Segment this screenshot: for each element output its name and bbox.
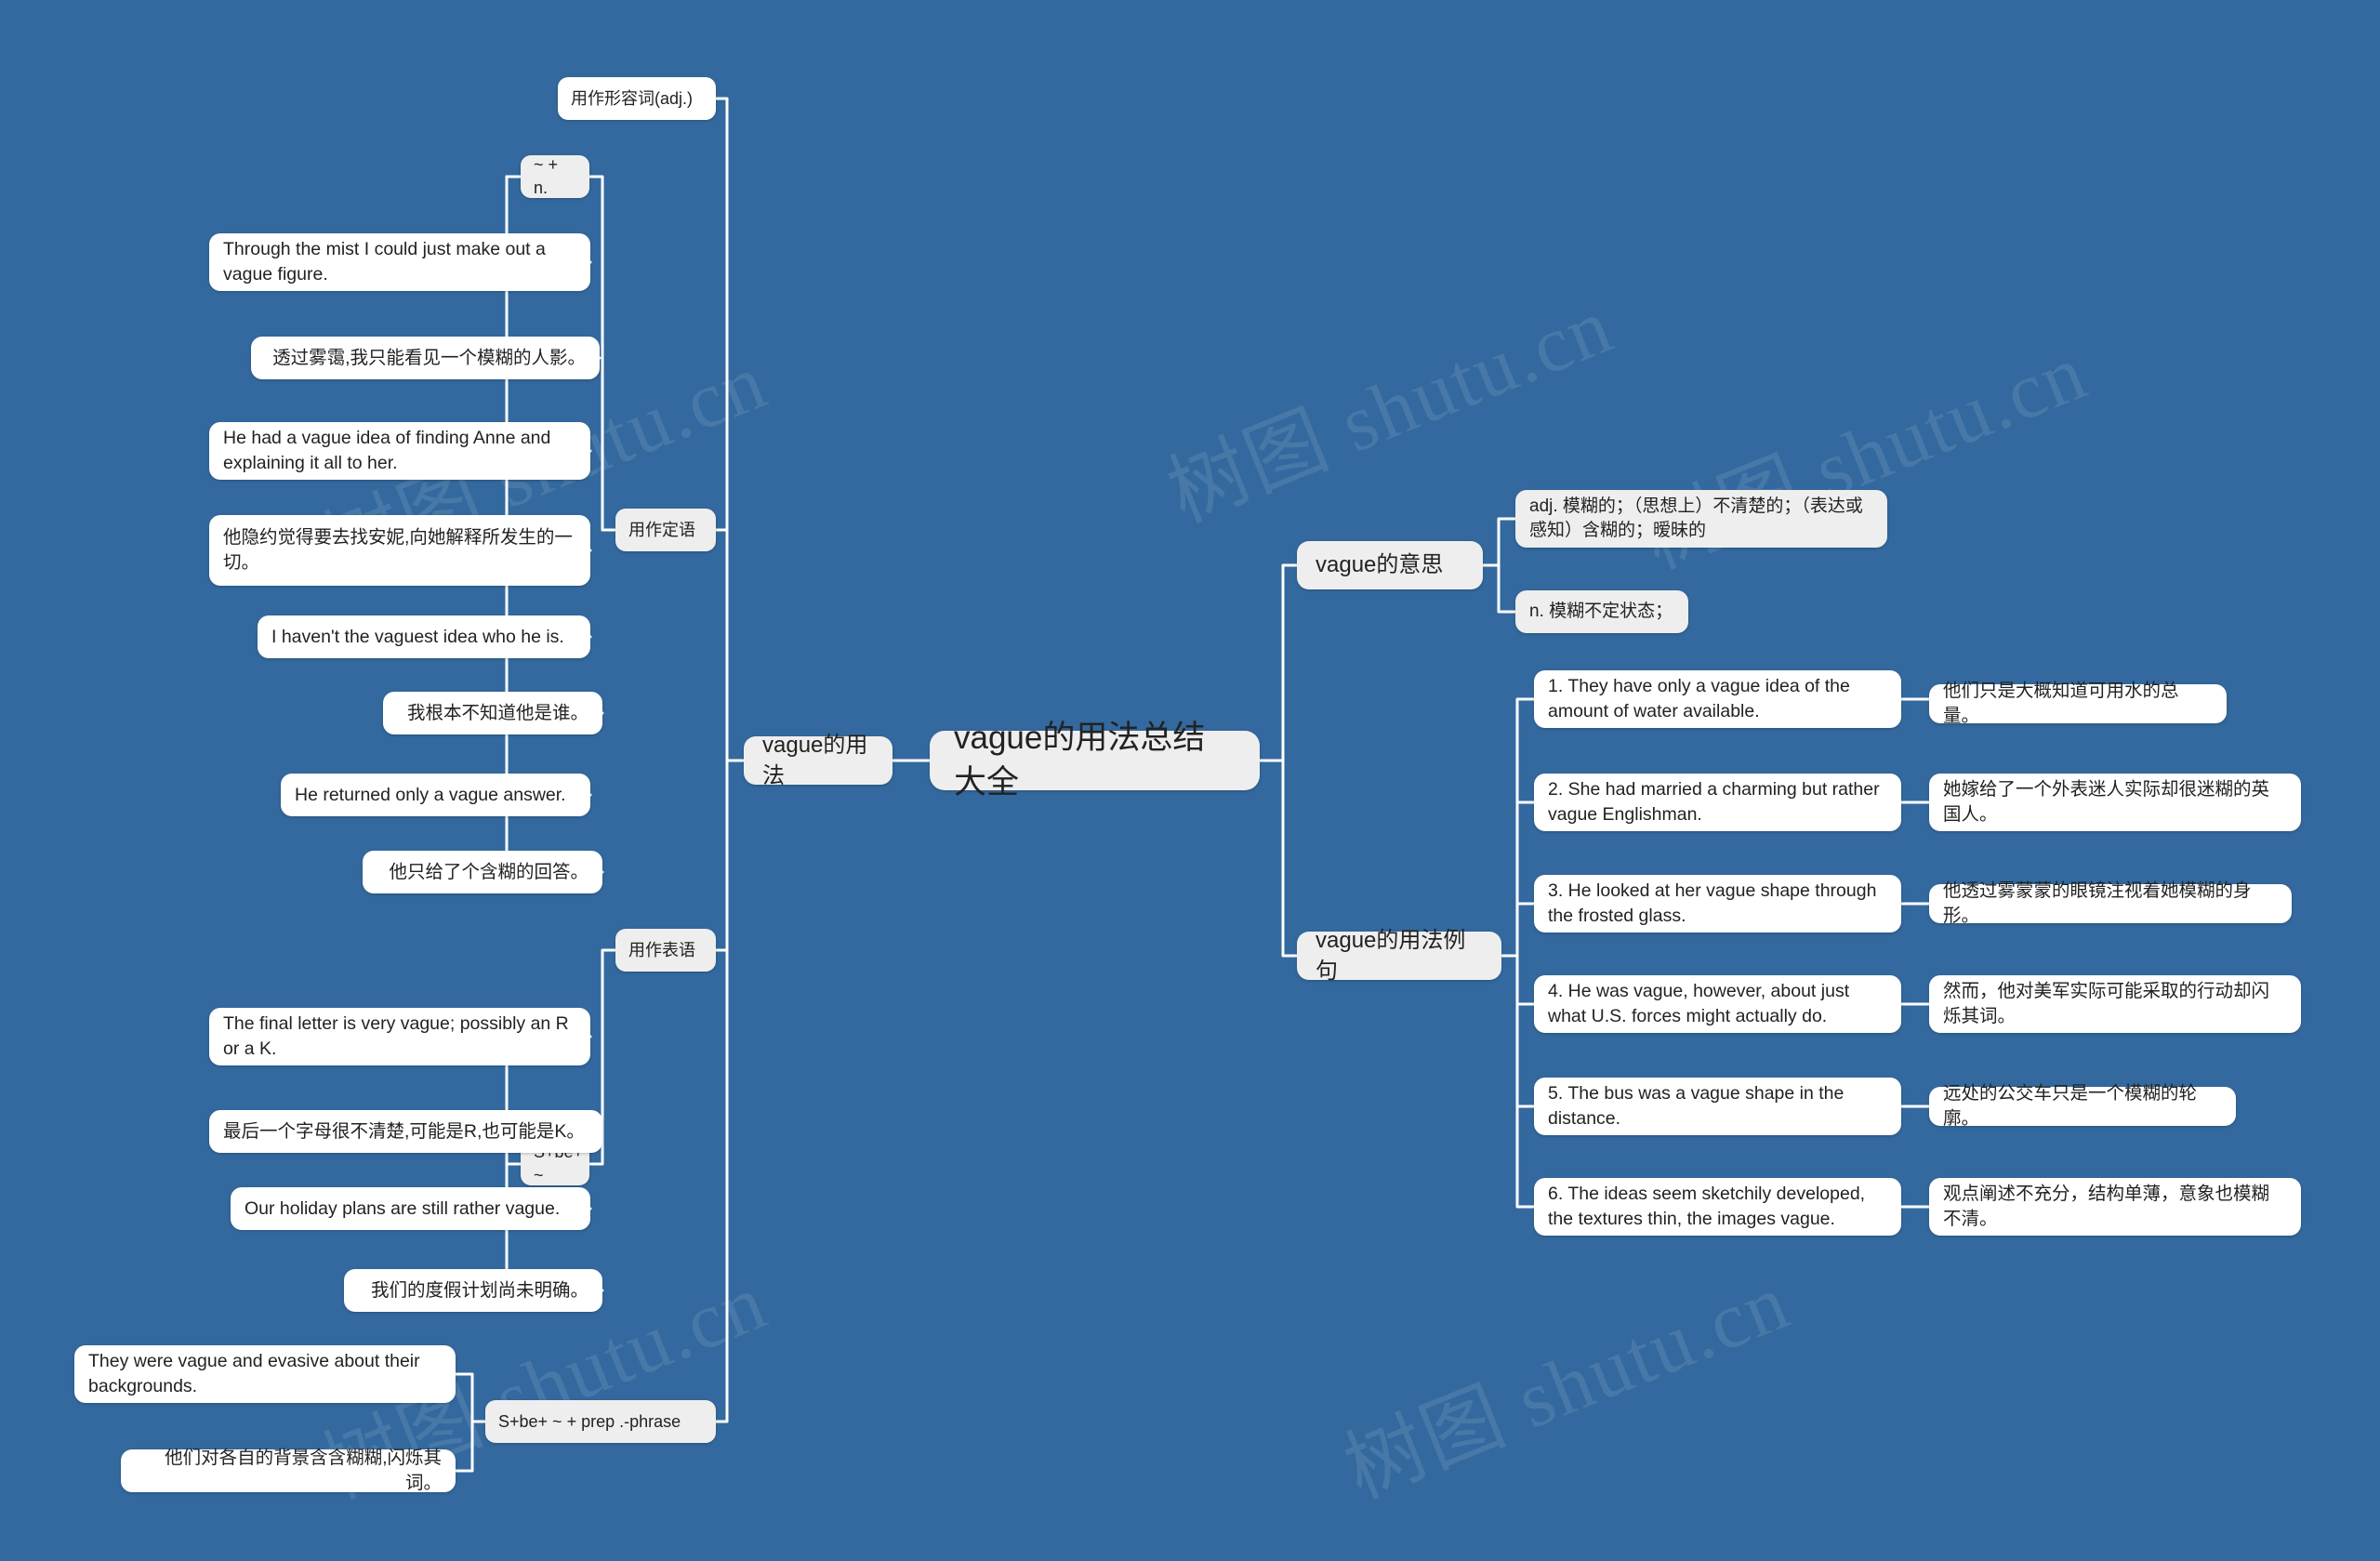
chip-adjective-usage-label: 用作形容词(adj.): [571, 88, 694, 108]
sentence-zh[interactable]: 然而，他对美军实际可能采取的行动却闪烁其词。: [1929, 975, 2301, 1033]
branch-example-sentences[interactable]: vague的用法例句: [1297, 928, 1501, 984]
branch-example-sentences-label: vague的用法例句: [1316, 927, 1466, 984]
sentence-zh-text: 观点阐述不充分，结构单薄，意象也模糊不清。: [1943, 1184, 2270, 1229]
example-en[interactable]: He returned only a vague answer.: [281, 774, 590, 816]
definition-adj-text: adj. 模糊的；（思想上）不清楚的；（表达或感知）含糊的；暧昧的: [1529, 496, 1863, 540]
example-zh[interactable]: 我们的度假计划尚未明确。: [344, 1269, 602, 1312]
chip-attributive-label: 用作定语: [628, 520, 695, 539]
sentence-en[interactable]: 2. She had married a charming but rather…: [1534, 774, 1901, 831]
definition-noun[interactable]: n. 模糊不定状态；: [1515, 590, 1688, 633]
sentence-en[interactable]: 6. The ideas seem sketchily developed, t…: [1534, 1178, 1901, 1236]
sentence-en[interactable]: 5. The bus was a vague shape in the dist…: [1534, 1078, 1901, 1135]
sentence-en[interactable]: 3. He looked at her vague shape through …: [1534, 875, 1901, 933]
definition-adj[interactable]: adj. 模糊的；（思想上）不清楚的；（表达或感知）含糊的；暧昧的: [1515, 490, 1887, 548]
root-node[interactable]: vague的用法总结大全: [930, 720, 1260, 800]
example-en-text: They were vague and evasive about their …: [88, 1351, 420, 1396]
sentence-zh[interactable]: 她嫁给了一个外表迷人实际却很迷糊的英国人。: [1929, 774, 2301, 831]
sentence-zh[interactable]: 远处的公交车只是一个模糊的轮廓。: [1929, 1083, 2236, 1129]
root-label: vague的用法总结大全: [954, 719, 1206, 800]
example-zh[interactable]: 我根本不知道他是谁。: [383, 692, 602, 734]
mindmap-canvas: 树图 shutu.cn 树图 shutu.cn 树图 shutu.cn 树图 s…: [0, 0, 2380, 1561]
sentence-zh-text: 远处的公交车只是一个模糊的轮廓。: [1943, 1083, 2198, 1129]
example-en[interactable]: Our holiday plans are still rather vague…: [231, 1187, 590, 1230]
chip-adjective-usage[interactable]: 用作形容词(adj.): [558, 77, 716, 120]
watermark: 树图 shutu.cn: [1332, 1256, 1802, 1515]
example-zh-text: 透过雾霭,我只能看见一个模糊的人影。: [272, 347, 586, 368]
example-en-text: I haven't the vaguest idea who he is.: [271, 626, 564, 647]
example-zh-text: 他们对各自的背景含含糊糊,闪烁其词。: [165, 1448, 442, 1493]
sentence-zh[interactable]: 他们只是大概知道可用水的总量。: [1929, 681, 2227, 726]
example-en[interactable]: They were vague and evasive about their …: [74, 1345, 456, 1403]
example-en-text: He returned only a vague answer.: [295, 784, 566, 805]
sentence-en-text: 5. The bus was a vague shape in the dist…: [1548, 1083, 1844, 1129]
example-en-text: Our holiday plans are still rather vague…: [245, 1197, 561, 1219]
chip-attributive[interactable]: 用作定语: [615, 509, 716, 551]
sentence-zh-text: 她嫁给了一个外表迷人实际却很迷糊的英国人。: [1943, 779, 2270, 825]
example-en[interactable]: I haven't the vaguest idea who he is.: [258, 615, 590, 658]
sentence-zh-text: 然而，他对美军实际可能采取的行动却闪烁其词。: [1943, 981, 2270, 1026]
example-zh-text: 我们的度假计划尚未明确。: [370, 1279, 588, 1301]
sentence-zh-text: 他们只是大概知道可用水的总量。: [1943, 681, 2179, 726]
branch-meaning-label: vague的意思: [1316, 552, 1444, 578]
example-zh-text: 他只给了个含糊的回答。: [389, 861, 588, 882]
example-en[interactable]: He had a vague idea of finding Anne and …: [209, 422, 590, 480]
chip-s-be-adj-prep-phrase[interactable]: S+be+ ~ + prep .-phrase: [485, 1400, 716, 1443]
example-zh-text: 最后一个字母很不清楚,可能是R,也可能是K。: [223, 1120, 585, 1142]
sentence-en-text: 1. They have only a vague idea of the am…: [1548, 676, 1850, 721]
example-zh[interactable]: 最后一个字母很不清楚,可能是R,也可能是K。: [209, 1110, 602, 1153]
example-zh[interactable]: 他们对各自的背景含含糊糊,闪烁其词。: [121, 1448, 456, 1493]
chip-adj-plus-noun[interactable]: ~ + n.: [521, 155, 589, 198]
example-zh-text: 我根本不知道他是谁。: [406, 702, 588, 723]
example-zh[interactable]: 他隐约觉得要去找安妮,向她解释所发生的一切。: [209, 515, 590, 586]
example-zh[interactable]: 他只给了个含糊的回答。: [363, 851, 602, 893]
sentence-en[interactable]: 4. He was vague, however, about just wha…: [1534, 975, 1901, 1033]
sentence-zh-text: 他透过雾蒙蒙的眼镜注视着她模糊的身形。: [1943, 880, 2252, 926]
branch-meaning[interactable]: vague的意思: [1297, 541, 1483, 589]
example-en-text: The final letter is very vague; possibly…: [223, 1013, 569, 1059]
sentence-en-text: 2. She had married a charming but rather…: [1548, 779, 1880, 825]
branch-usage-label: vague的用法: [762, 732, 868, 788]
watermark: 树图 shutu.cn: [1630, 326, 2099, 586]
sentence-zh[interactable]: 观点阐述不充分，结构单薄，意象也模糊不清。: [1929, 1178, 2301, 1236]
chip-adj-plus-noun-label: ~ + n.: [534, 155, 559, 197]
chip-predicative-label: 用作表语: [628, 940, 695, 959]
chip-s-be-adj-prep-phrase-label: S+be+ ~ + prep .-phrase: [498, 1411, 681, 1431]
definition-noun-text: n. 模糊不定状态；: [1529, 601, 1673, 621]
branch-usage[interactable]: vague的用法: [744, 733, 892, 788]
example-en-text: Through the mist I could just make out a…: [223, 239, 546, 284]
example-en-text: He had a vague idea of finding Anne and …: [223, 428, 551, 473]
example-zh[interactable]: 透过雾霭,我只能看见一个模糊的人影。: [251, 337, 600, 379]
sentence-en-text: 4. He was vague, however, about just wha…: [1548, 981, 1850, 1026]
chip-predicative[interactable]: 用作表语: [615, 929, 716, 972]
example-en[interactable]: Through the mist I could just make out a…: [209, 233, 590, 291]
sentence-zh[interactable]: 他透过雾蒙蒙的眼镜注视着她模糊的身形。: [1929, 880, 2292, 926]
example-zh-text: 他隐约觉得要去找安妮,向她解释所发生的一切。: [223, 527, 573, 573]
sentence-en[interactable]: 1. They have only a vague idea of the am…: [1534, 670, 1901, 728]
example-en[interactable]: The final letter is very vague; possibly…: [209, 1008, 590, 1065]
sentence-en-text: 6. The ideas seem sketchily developed, t…: [1548, 1184, 1866, 1229]
sentence-en-text: 3. He looked at her vague shape through …: [1548, 880, 1877, 926]
